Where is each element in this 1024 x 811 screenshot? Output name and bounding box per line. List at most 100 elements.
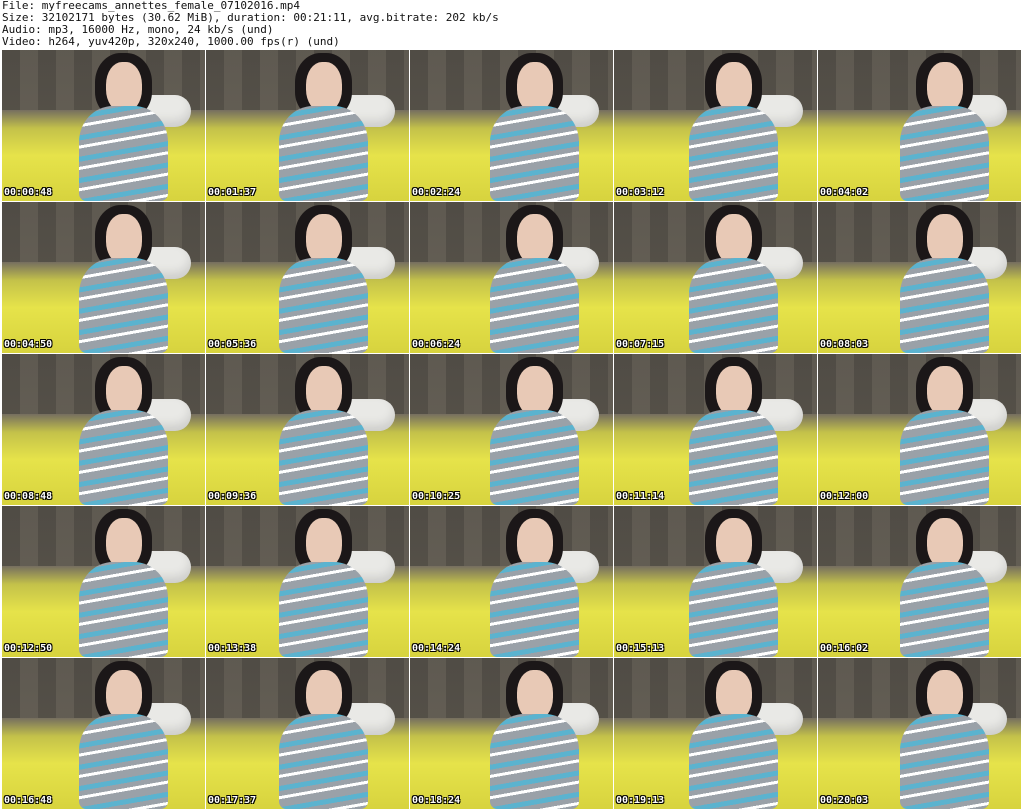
striped-top (79, 714, 169, 809)
striped-top (79, 410, 169, 505)
video-thumbnail: 00:06:24 (410, 202, 613, 353)
video-thumbnail: 00:01:37 (206, 50, 409, 201)
video-thumbnail: 00:18:24 (410, 658, 613, 809)
video-thumbnail: 00:08:03 (818, 202, 1021, 353)
video-thumbnail: 00:11:14 (614, 354, 817, 505)
timestamp-label: 00:14:24 (412, 643, 461, 654)
striped-top (279, 562, 369, 657)
face (516, 365, 553, 417)
timestamp-label: 00:01:37 (208, 187, 257, 198)
face (715, 669, 752, 721)
person-figure (689, 661, 779, 809)
striped-top (689, 714, 779, 809)
striped-top (689, 106, 779, 201)
video-thumbnail: 00:16:02 (818, 506, 1021, 657)
face (105, 517, 142, 569)
person-figure (490, 509, 580, 657)
person-figure (279, 509, 369, 657)
timestamp-label: 00:11:14 (616, 491, 665, 502)
striped-top (490, 258, 580, 353)
face (715, 365, 752, 417)
striped-top (900, 106, 990, 201)
timestamp-label: 00:16:02 (820, 643, 869, 654)
face (715, 61, 752, 113)
face (305, 365, 342, 417)
video-thumbnail: 00:12:50 (2, 506, 205, 657)
person-figure (279, 53, 369, 201)
face (516, 669, 553, 721)
video-thumbnail: 00:05:36 (206, 202, 409, 353)
person-figure (279, 661, 369, 809)
face (926, 365, 963, 417)
face (516, 213, 553, 265)
striped-top (490, 410, 580, 505)
striped-top (79, 258, 169, 353)
timestamp-label: 00:10:25 (412, 491, 461, 502)
person-figure (490, 357, 580, 505)
face (105, 213, 142, 265)
video-thumbnail: 00:12:00 (818, 354, 1021, 505)
person-figure (490, 661, 580, 809)
video-thumbnail: 00:13:38 (206, 506, 409, 657)
timestamp-label: 00:12:50 (4, 643, 53, 654)
face (305, 669, 342, 721)
timestamp-label: 00:16:48 (4, 795, 53, 806)
timestamp-label: 00:12:00 (820, 491, 869, 502)
face (305, 517, 342, 569)
striped-top (900, 562, 990, 657)
timestamp-label: 00:00:48 (4, 187, 53, 198)
face (516, 61, 553, 113)
video-thumbnail: 00:02:24 (410, 50, 613, 201)
file-info-header: File: myfreecams_annettes_female_0710201… (2, 0, 1022, 50)
video-thumbnail: 00:08:48 (2, 354, 205, 505)
face (926, 61, 963, 113)
person-figure (79, 661, 169, 809)
striped-top (689, 258, 779, 353)
person-figure (279, 357, 369, 505)
video-thumbnail: 00:16:48 (2, 658, 205, 809)
striped-top (689, 410, 779, 505)
person-figure (900, 53, 990, 201)
video-thumbnail: 00:00:48 (2, 50, 205, 201)
striped-top (900, 714, 990, 809)
face (105, 365, 142, 417)
person-figure (79, 205, 169, 353)
striped-top (900, 410, 990, 505)
face (305, 213, 342, 265)
video-thumbnail: 00:10:25 (410, 354, 613, 505)
timestamp-label: 00:08:03 (820, 339, 869, 350)
timestamp-label: 00:20:03 (820, 795, 869, 806)
timestamp-label: 00:05:36 (208, 339, 257, 350)
video-thumbnail: 00:19:13 (614, 658, 817, 809)
person-figure (689, 357, 779, 505)
face (105, 669, 142, 721)
timestamp-label: 00:09:36 (208, 491, 257, 502)
striped-top (490, 714, 580, 809)
timestamp-label: 00:03:12 (616, 187, 665, 198)
video-thumbnail: 00:04:02 (818, 50, 1021, 201)
striped-top (279, 106, 369, 201)
person-figure (900, 205, 990, 353)
striped-top (79, 562, 169, 657)
timestamp-label: 00:08:48 (4, 491, 53, 502)
timestamp-label: 00:04:50 (4, 339, 53, 350)
timestamp-label: 00:04:02 (820, 187, 869, 198)
person-figure (490, 53, 580, 201)
face (926, 213, 963, 265)
face (715, 517, 752, 569)
face (516, 517, 553, 569)
striped-top (689, 562, 779, 657)
person-figure (689, 53, 779, 201)
video-thumbnail: 00:04:50 (2, 202, 205, 353)
video-thumbnail: 00:17:37 (206, 658, 409, 809)
person-figure (79, 509, 169, 657)
video-thumbnail: 00:20:03 (818, 658, 1021, 809)
timestamp-label: 00:06:24 (412, 339, 461, 350)
video-thumbnail: 00:14:24 (410, 506, 613, 657)
video-thumbnail: 00:07:15 (614, 202, 817, 353)
person-figure (689, 205, 779, 353)
striped-top (279, 258, 369, 353)
thumbnail-grid: 00:00:48 00:01:37 00:02:24 00:03:12 00:04:02… (2, 50, 1022, 810)
face (926, 669, 963, 721)
person-figure (279, 205, 369, 353)
